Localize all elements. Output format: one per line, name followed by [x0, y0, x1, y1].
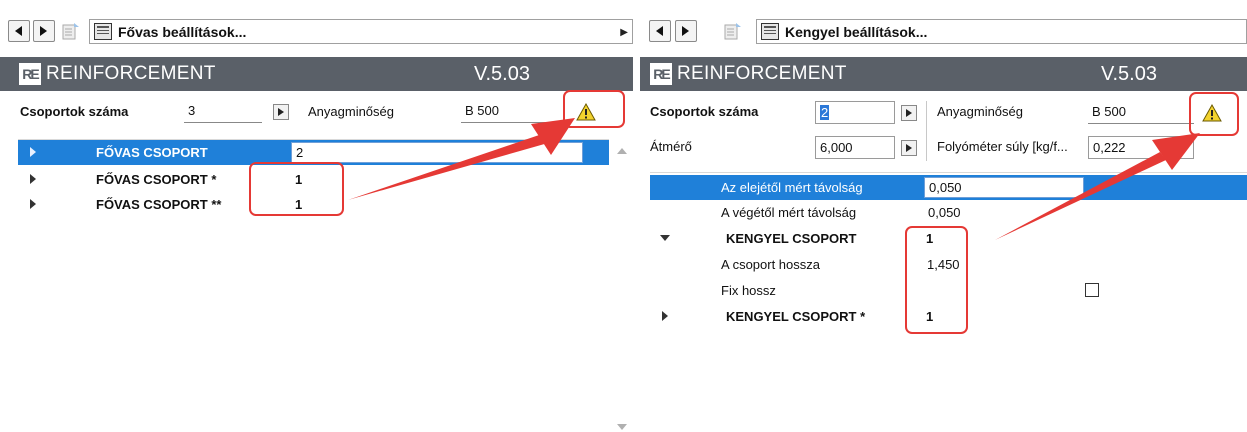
forward-button[interactable] [33, 20, 55, 42]
expand-icon[interactable] [662, 311, 668, 321]
stepper-icon [906, 144, 912, 152]
row-label: FŐVAS CSOPORT ** [96, 197, 222, 212]
settings-doc-icon [62, 23, 79, 40]
forward-icon [40, 26, 47, 36]
material-input[interactable]: B 500 [1088, 101, 1194, 124]
expand-icon[interactable] [30, 147, 36, 157]
material-input[interactable]: B 500 [461, 100, 555, 123]
row-label: FŐVAS CSOPORT * [96, 172, 217, 187]
settings-title-field[interactable]: Fővas beállítások... ▶ [89, 19, 633, 44]
header-bar: RE REINFORCEMENT V.5.03 [640, 57, 1247, 91]
left-settings-panel: Fővas beállítások... ▶ RE REINFORCEMENT … [0, 0, 633, 432]
scroll-down-button[interactable] [617, 424, 627, 430]
material-label: Anyagminőség [937, 104, 1023, 119]
group-count-stepper[interactable] [901, 105, 917, 121]
right-settings-panel: Kengyel beállítások... RE REINFORCEMENT … [640, 0, 1247, 432]
divider [926, 101, 927, 161]
group-count-input[interactable]: 2 [815, 101, 895, 124]
settings-doc-button[interactable] [722, 20, 744, 42]
version-label: V.5.03 [474, 63, 530, 85]
expand-icon[interactable] [30, 199, 36, 209]
toolbar: Fővas beállítások... ▶ [0, 0, 633, 44]
values-highlight [249, 162, 344, 216]
row-label: KENGYEL CSOPORT [726, 231, 857, 246]
diameter-label: Átmérő [650, 139, 692, 154]
logo: RE [650, 63, 672, 85]
brand-name: REINFORCEMENT [46, 63, 216, 84]
values-highlight [905, 226, 968, 334]
settings-doc-icon [724, 23, 741, 40]
table-icon [761, 23, 779, 40]
group-count-value: 2 [820, 105, 830, 120]
material-label: Anyagminőség [308, 104, 394, 119]
forward-icon [682, 26, 689, 36]
chevron-right-icon: ▶ [620, 27, 628, 38]
brand: RE REINFORCEMENT [650, 63, 847, 85]
stepper-icon [906, 109, 912, 117]
row-label: Az elejétől mért távolság [721, 180, 863, 195]
warning-highlight [563, 90, 625, 128]
diameter-input[interactable]: 6,000 [815, 136, 895, 159]
settings-doc-button[interactable] [60, 20, 82, 42]
settings-title: Fővas beállítások... [118, 23, 247, 40]
warning-highlight [1189, 92, 1239, 136]
logo: RE [19, 63, 41, 85]
brand-name: REINFORCEMENT [677, 63, 847, 84]
diameter-stepper[interactable] [901, 140, 917, 156]
group-count-input[interactable]: 3 [184, 100, 262, 123]
back-icon [15, 26, 22, 36]
settings-title-field[interactable]: Kengyel beállítások... [756, 19, 1247, 44]
collapse-icon[interactable] [660, 235, 670, 241]
row-value[interactable]: 0,050 [928, 205, 961, 220]
table-icon [94, 23, 112, 40]
row-label: FŐVAS CSOPORT [96, 145, 208, 160]
back-icon [656, 26, 663, 36]
list-item[interactable]: Az elejétől mért távolság 0,050 [650, 175, 1247, 200]
settings-title: Kengyel beállítások... [785, 23, 928, 40]
group-count-label: Csoportok száma [650, 104, 759, 119]
fix-length-checkbox[interactable] [1085, 283, 1099, 297]
forward-button[interactable] [675, 20, 697, 42]
row-label: KENGYEL CSOPORT * [726, 309, 866, 324]
toolbar: Kengyel beállítások... [640, 0, 1247, 44]
expand-icon[interactable] [30, 174, 36, 184]
row-value-input[interactable]: 0,050 [924, 177, 1084, 198]
weight-label: Folyóméter súly [kg/f... [937, 139, 1068, 154]
back-button[interactable] [649, 20, 671, 42]
row-label: A végétől mért távolság [721, 205, 857, 220]
back-button[interactable] [8, 20, 30, 42]
row-label: A csoport hossza [721, 257, 820, 272]
header-bar: RE REINFORCEMENT V.5.03 [0, 57, 633, 91]
stepper-icon [278, 108, 284, 116]
group-count-stepper[interactable] [273, 104, 289, 120]
list-item[interactable]: A végétől mért távolság 0,050 [650, 200, 1247, 225]
row-value-input[interactable]: 2 [291, 142, 583, 163]
weight-input[interactable]: 0,222 [1088, 136, 1194, 159]
brand: RE REINFORCEMENT [19, 63, 216, 85]
group-count-label: Csoportok száma [20, 104, 129, 119]
row-label: Fix hossz [721, 283, 776, 298]
scroll-up-button[interactable] [617, 148, 627, 154]
version-label: V.5.03 [1101, 63, 1157, 85]
